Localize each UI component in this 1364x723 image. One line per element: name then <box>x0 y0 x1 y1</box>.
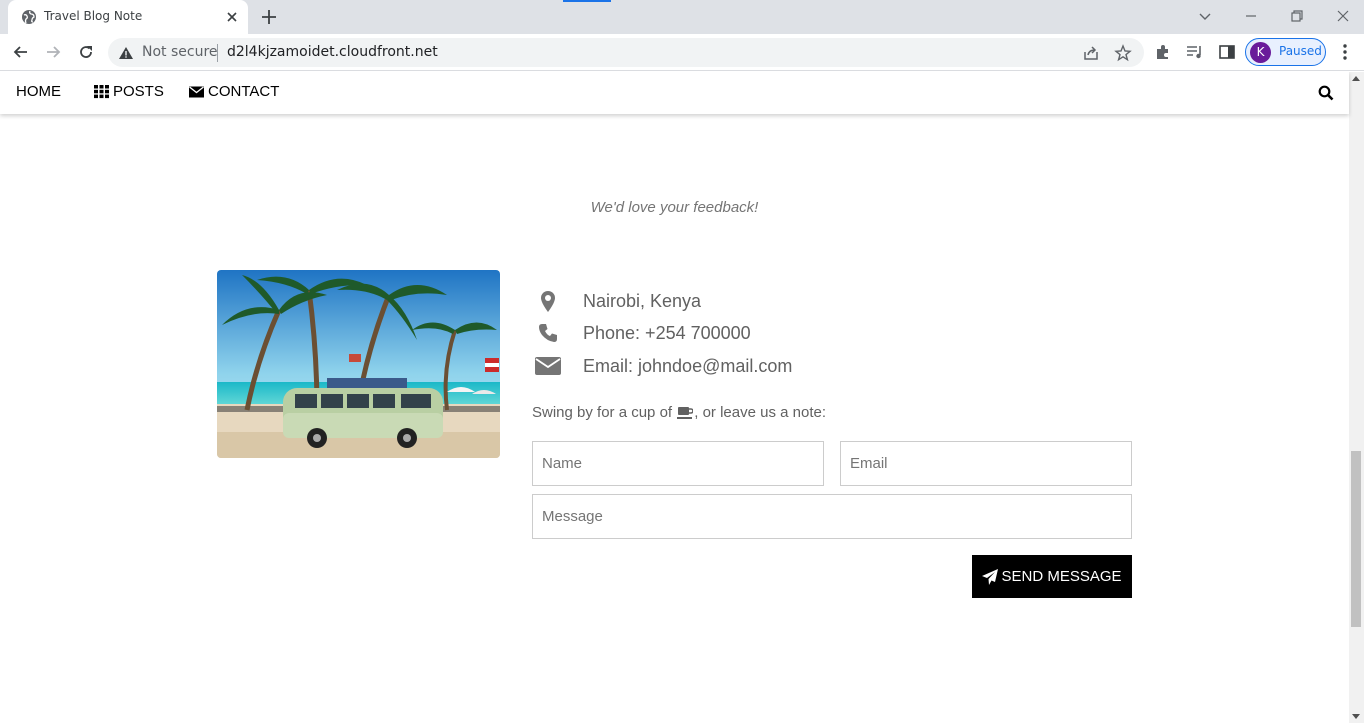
nav-posts-link[interactable]: POSTS <box>94 83 164 100</box>
contact-note: Swing by for a cup of , or leave us a no… <box>532 404 826 421</box>
scrollbar-thumb[interactable] <box>1351 451 1361 627</box>
message-field[interactable] <box>532 494 1132 539</box>
profile-status: Paused <box>1279 44 1322 58</box>
location-row: Nairobi, Kenya <box>534 289 701 313</box>
forward-icon[interactable] <box>43 42 63 62</box>
bookmark-star-icon[interactable] <box>1114 44 1132 62</box>
email-row: Email: johndoe@mail.com <box>534 354 792 378</box>
nav-posts-label: POSTS <box>113 83 164 100</box>
close-window-icon[interactable] <box>1333 6 1353 26</box>
minimize-icon[interactable] <box>1241 6 1261 26</box>
tab-drag-indicator <box>563 0 611 2</box>
url-text[interactable]: d2l4kjzamoidet.cloudfront.net <box>227 44 438 60</box>
nav-contact-link[interactable]: CONTACT <box>189 83 279 100</box>
scroll-up-arrow-icon[interactable] <box>1352 76 1360 81</box>
send-message-button[interactable]: SEND MESSAGE <box>972 555 1132 598</box>
close-tab-icon[interactable] <box>224 9 240 25</box>
browser-tab[interactable]: Travel Blog Note <box>8 0 248 34</box>
phone-row: Phone: +254 700000 <box>534 321 751 345</box>
avatar: K <box>1250 42 1271 63</box>
share-icon[interactable] <box>1082 44 1100 62</box>
email-field[interactable] <box>840 441 1132 486</box>
security-label[interactable]: Not secure <box>142 44 218 60</box>
phone-text: Phone: +254 700000 <box>583 322 751 343</box>
note-text-after: , or leave us a note: <box>694 404 826 421</box>
nav-home-label: HOME <box>16 83 61 100</box>
address-bar[interactable]: Not secure d2l4kjzamoidet.cloudfront.net <box>108 38 1144 67</box>
envelope-icon <box>189 86 204 98</box>
more-menu-icon[interactable] <box>1335 42 1355 62</box>
page-scrollbar[interactable] <box>1349 72 1364 723</box>
tab-title: Travel Blog Note <box>44 9 143 23</box>
contact-tagline: We'd love your feedback! <box>590 199 759 216</box>
browser-toolbar: Not secure d2l4kjzamoidet.cloudfront.net… <box>0 34 1364 71</box>
side-panel-icon[interactable] <box>1217 42 1237 62</box>
tab-search-icon[interactable] <box>1195 6 1215 26</box>
media-control-icon[interactable] <box>1185 42 1205 62</box>
globe-icon <box>22 10 36 24</box>
address-separator <box>217 44 218 62</box>
warning-icon[interactable] <box>118 45 134 61</box>
scroll-down-arrow-icon[interactable] <box>1352 714 1360 719</box>
map-marker-icon <box>541 290 555 312</box>
browser-tab-strip: Travel Blog Note <box>0 0 1364 34</box>
site-navbar: HOME POSTS CONTACT <box>0 72 1349 114</box>
name-field[interactable] <box>532 441 824 486</box>
phone-icon <box>539 324 557 342</box>
note-text-before: Swing by for a cup of <box>532 404 673 421</box>
grid-icon <box>94 85 109 99</box>
location-text: Nairobi, Kenya <box>583 290 702 311</box>
back-icon[interactable] <box>11 42 31 62</box>
restore-icon[interactable] <box>1287 6 1307 26</box>
email-text: Email: johndoe@mail.com <box>583 355 793 376</box>
profile-button[interactable]: K Paused <box>1245 38 1326 66</box>
reload-icon[interactable] <box>76 42 96 62</box>
send-message-label: SEND MESSAGE <box>1001 568 1122 585</box>
envelope-icon <box>535 357 561 375</box>
search-icon[interactable] <box>1318 85 1334 101</box>
page-viewport: HOME POSTS CONTACT We'd love your feedba… <box>0 72 1364 723</box>
coffee-icon <box>677 406 694 419</box>
extensions-icon[interactable] <box>1153 42 1173 62</box>
paper-plane-icon <box>982 568 999 585</box>
nav-home-link[interactable]: HOME <box>16 83 61 100</box>
contact-photo <box>217 270 500 458</box>
new-tab-icon[interactable] <box>260 8 278 26</box>
nav-contact-label: CONTACT <box>208 83 280 100</box>
